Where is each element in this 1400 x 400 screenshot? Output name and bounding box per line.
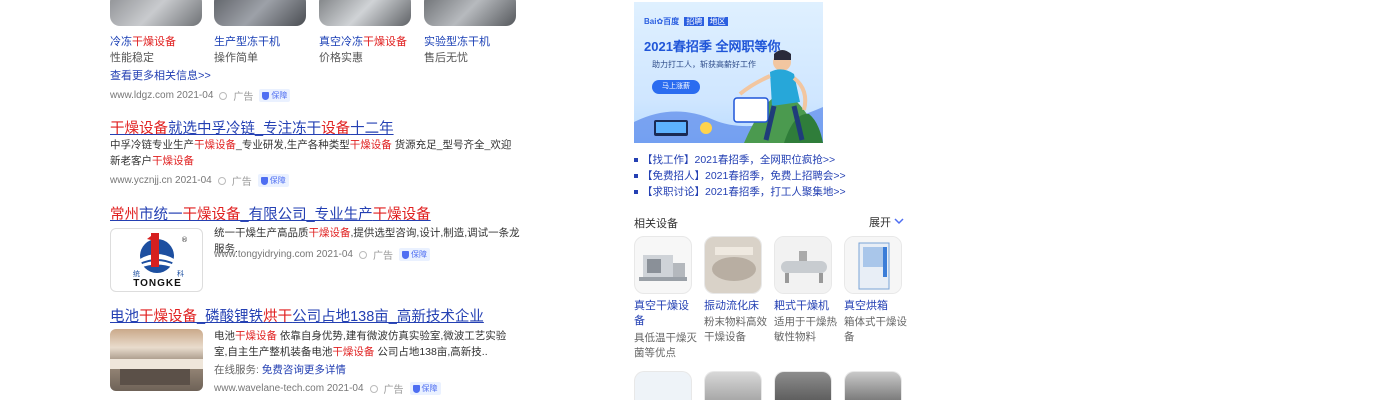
card-sub-2: 操作简单 <box>214 52 258 64</box>
related-item-6-image[interactable] <box>704 371 762 400</box>
banner-illustration <box>634 50 823 143</box>
card-image-4[interactable] <box>424 0 516 26</box>
shield-icon <box>262 91 270 100</box>
info-circle-icon[interactable] <box>217 176 226 185</box>
guarantee-badge[interactable]: 保障 <box>257 174 289 187</box>
card-sub-1: 性能稳定 <box>110 52 154 64</box>
result3-title[interactable]: 常州市统一干燥设备_有限公司_专业生产干燥设备 <box>110 203 431 224</box>
result3-url[interactable]: www.tongyidrying.com 2021-04 <box>214 249 353 260</box>
card-label-1[interactable]: 冷冻干燥设备 <box>110 33 176 49</box>
result4-url[interactable]: www.wavelane-tech.com 2021-04 <box>214 383 364 394</box>
bullet-icon <box>634 190 638 195</box>
related-item-1-desc: 具低温干燥灭菌等优点 <box>634 332 697 359</box>
logo-wordmark: TONGKE <box>133 278 182 289</box>
related-item-1-image[interactable] <box>634 236 692 294</box>
card-image-1[interactable] <box>110 0 202 26</box>
shield-icon <box>401 250 409 259</box>
card-label-4[interactable]: 实验型冻干机 <box>424 33 490 49</box>
card-sub-4: 售后无忧 <box>424 52 468 64</box>
result4-title[interactable]: 电池干燥设备_磷酸锂铁烘干公司占地138亩_高新技术企业 <box>110 305 484 326</box>
result4-service: 在线服务: 免费咨询更多详情 <box>214 364 346 376</box>
service-link[interactable]: 免费咨询更多详情 <box>262 364 346 376</box>
shield-icon <box>260 176 268 185</box>
info-circle-icon[interactable] <box>358 250 367 259</box>
related-item-2-desc: 粉末物料高效干燥设备 <box>704 316 767 343</box>
guarantee-badge[interactable]: 保障 <box>259 89 291 102</box>
result4-image[interactable] <box>110 329 203 391</box>
ad-label: 广告 <box>372 251 393 262</box>
related-item-4-name[interactable]: 真空烘箱 <box>844 299 906 314</box>
result4-desc: 电池干燥设备 依靠自身优势,建有微波仿真实验室,微波工艺实验室,自主生产整机装备… <box>214 330 507 358</box>
ad-label: 广告 <box>231 177 252 188</box>
related-item-2-image[interactable] <box>704 236 762 294</box>
card-image-2[interactable] <box>214 0 306 26</box>
bullet-icon <box>634 158 638 163</box>
related-title: 相关设备 <box>634 218 678 230</box>
bullet-icon <box>634 174 638 179</box>
result2-meta: www.ycznjj.cn 2021-04 广告 保障 <box>110 173 289 188</box>
related-item-3-name[interactable]: 耙式干燥机 <box>774 299 836 314</box>
shield-icon <box>412 384 420 393</box>
related-item-3-desc: 适用于干燥热敏性物料 <box>774 316 837 343</box>
related-item-5-image[interactable] <box>634 371 692 400</box>
tongke-logo[interactable]: ® 统 科 TONGKE <box>110 228 203 292</box>
info-circle-icon[interactable] <box>219 91 228 100</box>
ad-label: 广告 <box>233 92 254 103</box>
result4-meta: www.wavelane-tech.com 2021-04 广告 保障 <box>214 381 441 396</box>
more-info-link[interactable]: 查看更多相关信息>> <box>110 67 211 83</box>
related-item-1-name[interactable]: 真空干燥设备 <box>634 299 696 329</box>
result2-title[interactable]: 干燥设备就选中孚冷链_专注冻干设备十二年 <box>110 117 394 138</box>
card-label-3[interactable]: 真空冷冻干燥设备 <box>319 33 407 49</box>
related-item-8-image[interactable] <box>844 371 902 400</box>
related-item-4-desc: 箱体式干燥设备 <box>844 316 907 343</box>
card-label-2[interactable]: 生产型冻干机 <box>214 33 280 49</box>
related-item-3-image[interactable] <box>774 236 832 294</box>
svg-text:®: ® <box>181 236 188 244</box>
result1-meta: www.ldgz.com 2021-04 广告 保障 <box>110 88 291 103</box>
right-link-3[interactable]: 【求职讨论】2021春招季，打工人聚集地>> <box>634 184 846 199</box>
guarantee-badge[interactable]: 保障 <box>398 248 430 261</box>
right-link-1[interactable]: 【找工作】2021春招季，全网职位疯抢>> <box>634 152 835 167</box>
result1-url[interactable]: www.ldgz.com 2021-04 <box>110 90 213 101</box>
expand-button[interactable]: 展开 <box>869 214 904 230</box>
ad-label: 广告 <box>383 385 404 396</box>
related-item-4-image[interactable] <box>844 236 902 294</box>
related-item-7-image[interactable] <box>774 371 832 400</box>
card-image-3[interactable] <box>319 0 411 26</box>
result2-url[interactable]: www.ycznjj.cn 2021-04 <box>110 175 212 186</box>
card-sub-3: 价格实惠 <box>319 52 363 64</box>
info-circle-icon[interactable] <box>369 384 378 393</box>
result2-desc: 中孚冷链专业生产干燥设备_专业研发,生产各种类型干燥设备 货源充足_型号齐全_欢… <box>110 139 512 167</box>
recruitment-banner[interactable]: Bai✿百度 招聘 地区 2021春招季 全网职等你 助力打工人，斩获高薪好工作… <box>634 2 823 143</box>
right-link-2[interactable]: 【免费招人】2021春招季，免费上招聘会>> <box>634 168 846 183</box>
chevron-down-icon <box>894 216 904 228</box>
guarantee-badge[interactable]: 保障 <box>409 382 441 395</box>
result3-meta: www.tongyidrying.com 2021-04 广告 保障 <box>214 247 430 262</box>
related-item-2-name[interactable]: 振动流化床 <box>704 299 766 314</box>
